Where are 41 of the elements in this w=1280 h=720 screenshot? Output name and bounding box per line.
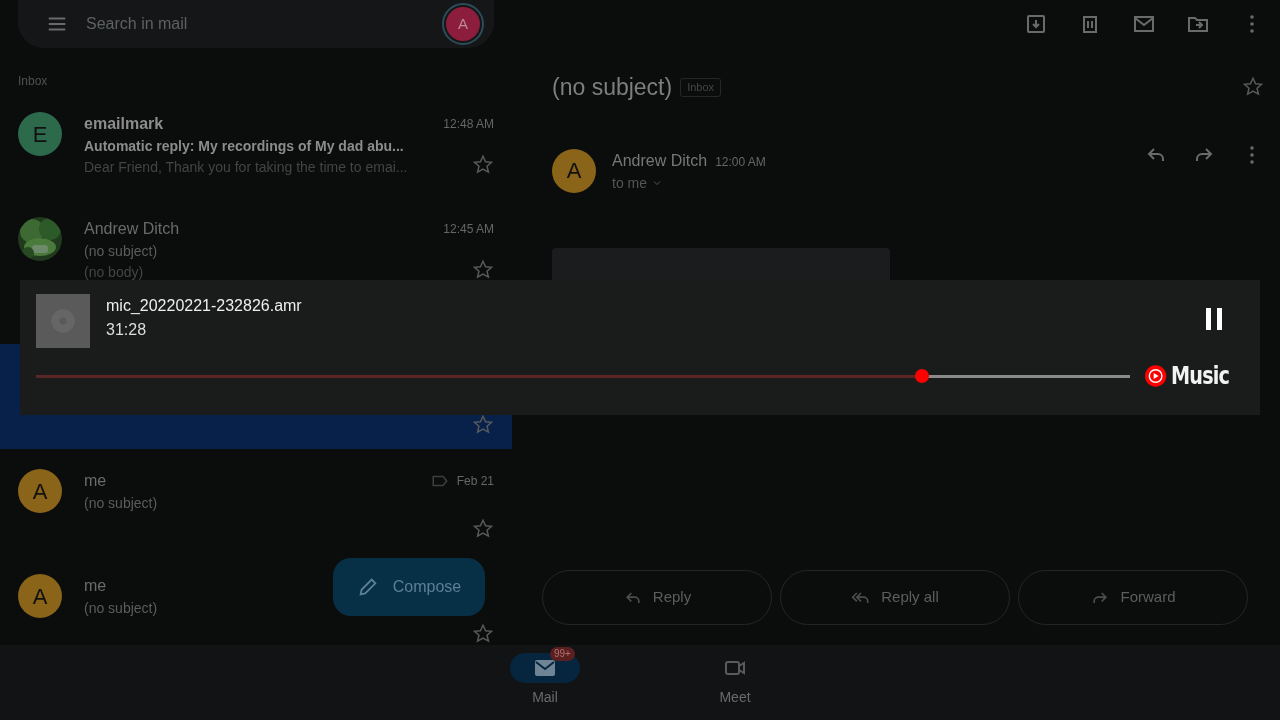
recipient-toggle[interactable]: to me bbox=[612, 172, 766, 194]
email-subject: (no subject) bbox=[84, 599, 158, 618]
inbox-tag: Inbox bbox=[680, 78, 722, 97]
avatar: E bbox=[18, 112, 62, 156]
email-snippet: (no body) bbox=[84, 263, 145, 282]
track-title: mic_20220221-232826.amr bbox=[106, 296, 302, 316]
avatar: A bbox=[552, 148, 596, 193]
email-time: 12:48 AM bbox=[443, 116, 494, 133]
star-icon[interactable] bbox=[472, 623, 494, 645]
track-duration: 31:28 bbox=[106, 320, 148, 340]
account-avatar[interactable]: A bbox=[442, 3, 484, 45]
email-subject: (no subject) bbox=[552, 73, 673, 102]
search-bar[interactable]: Search in mail A bbox=[18, 0, 494, 48]
avatar: A bbox=[18, 574, 62, 618]
star-icon[interactable] bbox=[472, 518, 494, 540]
archive-icon[interactable] bbox=[1024, 12, 1048, 36]
star-icon[interactable] bbox=[472, 259, 494, 281]
sender-name[interactable]: Andrew Ditch bbox=[84, 217, 180, 241]
email-subject: (no subject) bbox=[84, 242, 158, 261]
search-field[interactable]: Search in mail bbox=[84, 11, 384, 37]
brand-label: Music bbox=[1171, 361, 1230, 392]
seek-handle[interactable] bbox=[915, 369, 930, 383]
sender-name[interactable]: me bbox=[84, 469, 107, 493]
email-time: 12:00 AM bbox=[715, 153, 766, 171]
star-icon[interactable] bbox=[472, 414, 494, 436]
sender-name: Andrew Ditch bbox=[612, 150, 708, 171]
sender-name[interactable]: emailmark bbox=[84, 112, 164, 136]
sender-name[interactable]: me bbox=[84, 574, 107, 598]
star-icon[interactable] bbox=[472, 154, 494, 176]
play-circle-icon bbox=[1144, 362, 1168, 390]
nav-tab[interactable]: Meet bbox=[700, 645, 770, 720]
nav-tab[interactable]: 99+ Mail bbox=[510, 645, 580, 720]
email-time: 12:45 AM bbox=[443, 221, 494, 238]
email-snippet: Dear Friend, Thank you for taking the time to emai... bbox=[84, 158, 408, 177]
folder-label: Inbox bbox=[17, 73, 49, 90]
compose-button[interactable]: Compose bbox=[333, 558, 485, 616]
email-subject: (no subject) bbox=[84, 494, 158, 513]
avatar: A bbox=[18, 469, 62, 513]
email-time: Feb 21 bbox=[456, 473, 494, 490]
email-subject: Automatic reply: My recordings of My dad abu... bbox=[84, 137, 405, 156]
count-badge: 99+ bbox=[550, 647, 575, 661]
